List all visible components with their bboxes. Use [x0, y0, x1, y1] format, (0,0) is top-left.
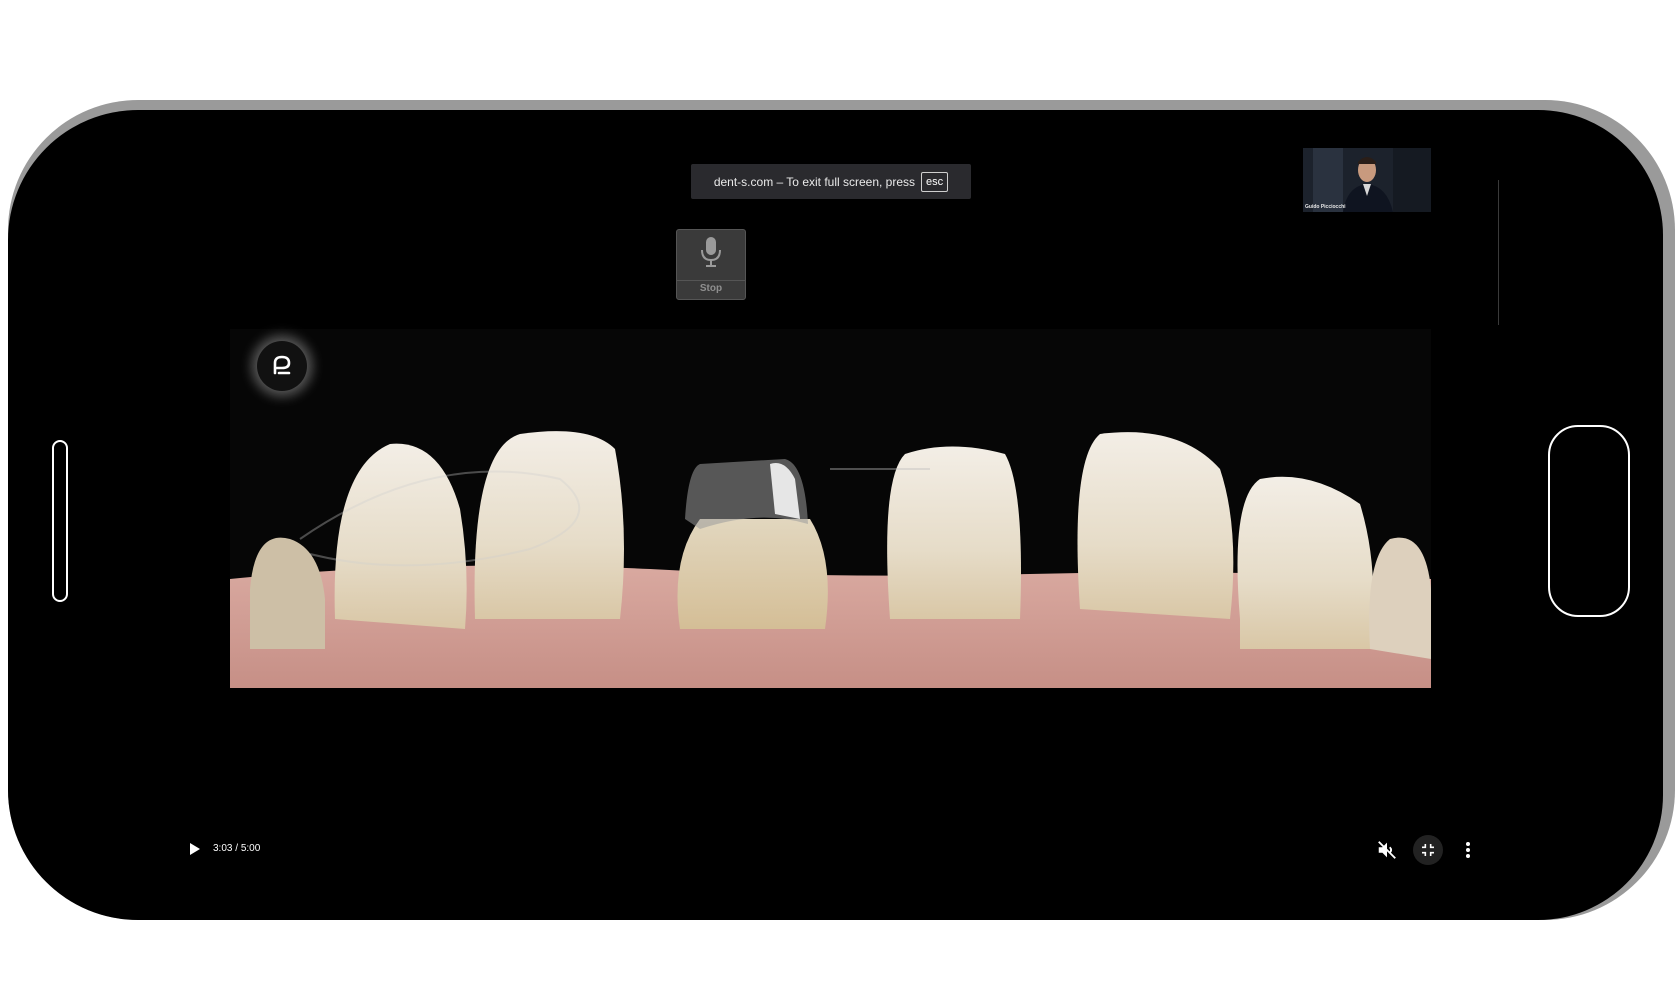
fullscreen-notice-text: dent-s.com – To exit full screen, press — [713, 174, 916, 189]
duration: 5:00 — [240, 843, 261, 854]
divider-line — [1498, 180, 1499, 325]
more-vert-icon — [1466, 842, 1470, 858]
presenter-name: Guido Picciocchi — [1305, 204, 1346, 210]
presenter-image — [1303, 148, 1431, 212]
video-player[interactable] — [230, 329, 1431, 688]
fullscreen-exit-icon — [1422, 844, 1434, 856]
page-background — [0, 920, 1680, 1000]
exit-fullscreen-button[interactable] — [1413, 835, 1443, 865]
more-options-button[interactable] — [1453, 835, 1483, 865]
current-time: 3:03 — [213, 843, 233, 854]
device-home-button-right — [1548, 425, 1630, 617]
play-button[interactable] — [185, 835, 205, 863]
mic-stop-button[interactable]: Stop — [676, 229, 746, 300]
presenter-camera-thumbnail[interactable]: Guido Picciocchi — [1303, 148, 1431, 212]
video-controls-bar: 3:03 / 5:00 — [185, 835, 1485, 865]
time-display: 3:03 / 5:00 — [213, 843, 260, 854]
esc-key-hint: esc — [921, 171, 949, 192]
channel-logo-icon — [257, 341, 307, 391]
mic-stop-label: Stop — [677, 280, 745, 294]
play-icon — [190, 843, 200, 855]
time-separator: / — [232, 843, 241, 854]
device-side-button-left — [52, 440, 68, 602]
fullscreen-notice: dent-s.com – To exit full screen, press … — [691, 164, 971, 199]
video-frame-dental-image — [230, 329, 1431, 688]
microphone-icon — [698, 235, 724, 274]
mute-button[interactable] — [1372, 835, 1402, 865]
volume-off-icon — [1378, 841, 1396, 859]
